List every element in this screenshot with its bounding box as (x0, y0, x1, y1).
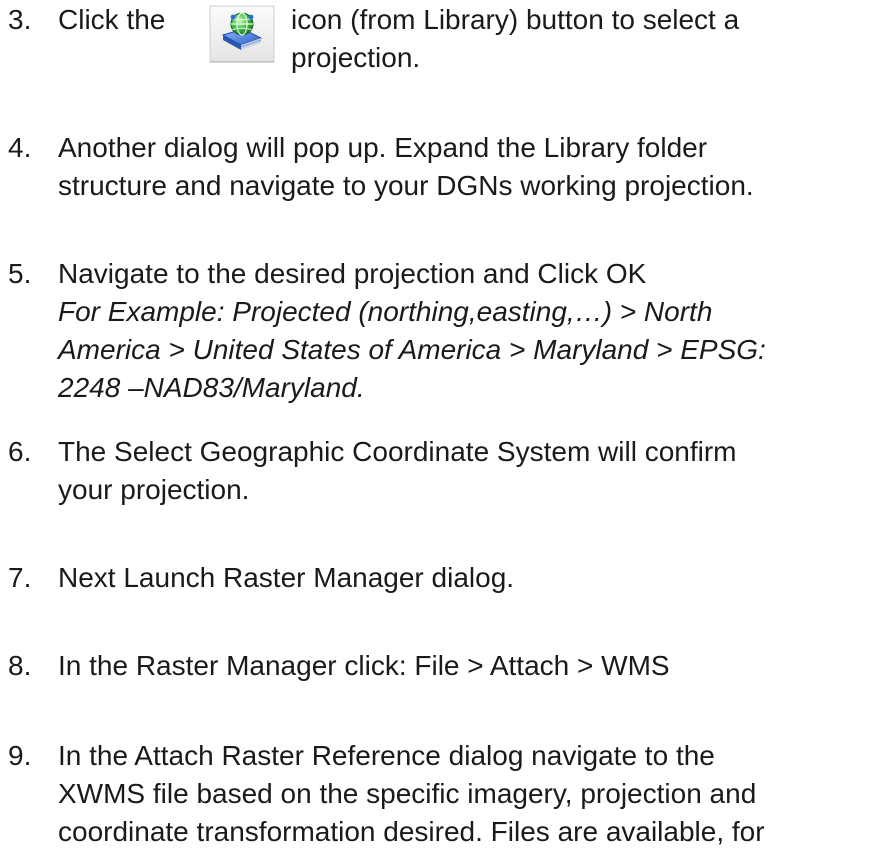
step-text-line: Click the (58, 4, 166, 35)
step-text-line: In the Attach Raster Reference dialog na… (58, 740, 715, 771)
step-number: 7. (8, 562, 32, 593)
step-text-line: icon (from Library) button to select a (291, 4, 740, 35)
step-text-line: coordinate transformation desired. Files… (58, 816, 765, 847)
step-text-line: In the Raster Manager click: File > Atta… (58, 650, 670, 681)
step-text-line: structure and navigate to your DGNs work… (58, 170, 754, 201)
example-text-line: For Example: Projected (northing,easting… (58, 296, 713, 327)
example-text-line: America > United States of America > Mar… (58, 334, 766, 365)
step-number: 4. (8, 132, 32, 163)
instruction-document: 3. Click the icon (from Library) button … (0, 0, 871, 856)
step-text-line: Next Launch Raster Manager dialog. (58, 562, 515, 593)
globe-library-icon[interactable] (209, 5, 275, 63)
step-text-line: Navigate to the desired projection and C… (58, 258, 647, 289)
step-number: 3. (8, 4, 32, 35)
example-text-line: 2248 –NAD83/Maryland. (58, 372, 365, 403)
step-number: 9. (8, 740, 32, 771)
step-text-line: projection. (291, 42, 421, 73)
step-number: 5. (8, 258, 32, 289)
step-text-line: your projection. (58, 474, 250, 505)
step-text-line: XWMS file based on the specific imagery,… (58, 778, 757, 809)
step-text-line: Another dialog will pop up. Expand the L… (58, 132, 708, 163)
step-text-line: The Select Geographic Coordinate System … (58, 436, 737, 467)
step-number: 6. (8, 436, 32, 467)
step-number: 8. (8, 650, 32, 681)
